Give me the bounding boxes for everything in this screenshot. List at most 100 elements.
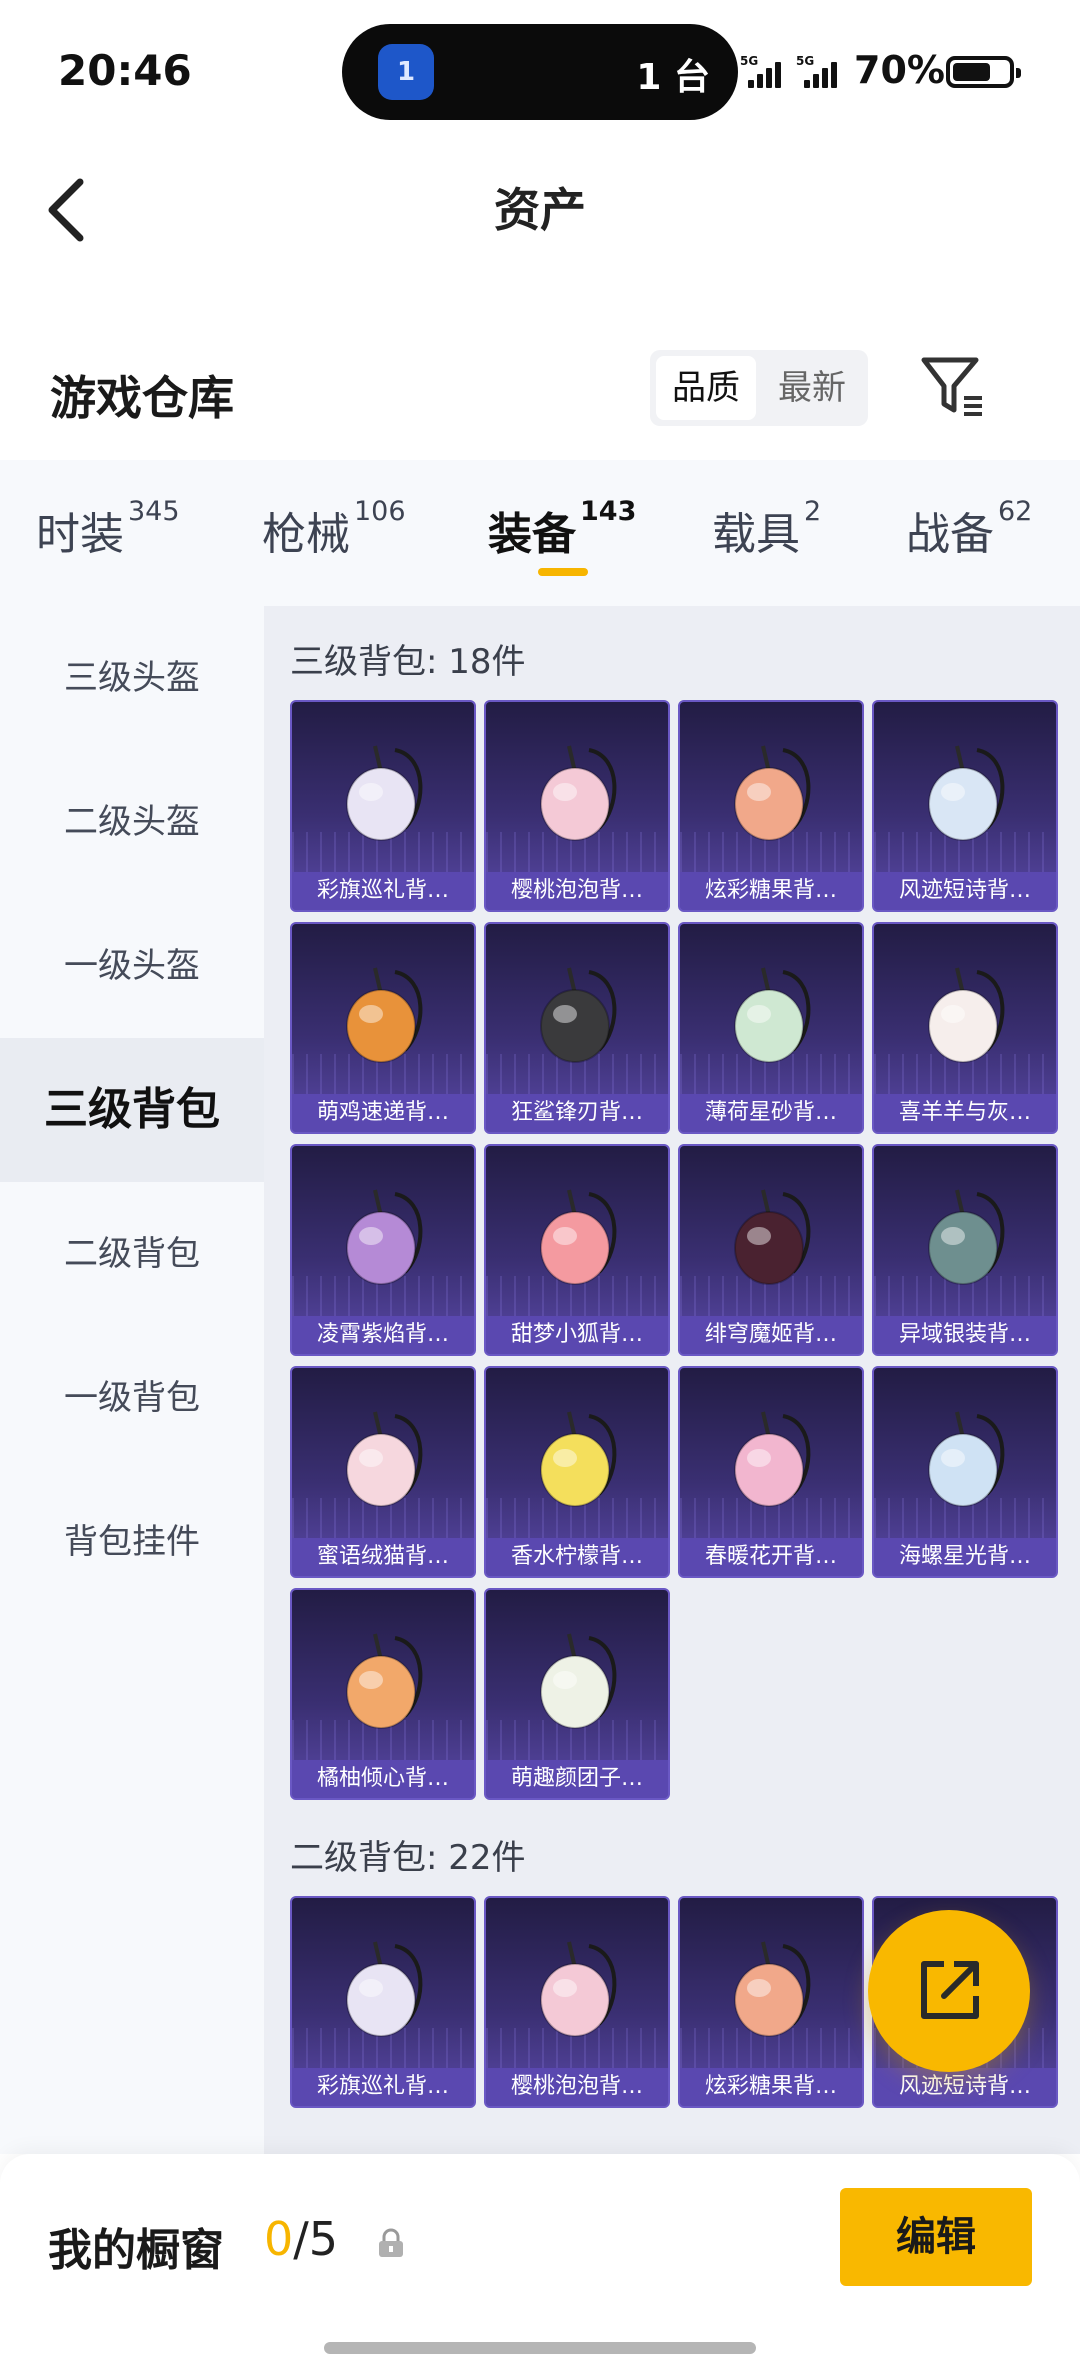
item-name: 凌霄紫焰背… (292, 1316, 474, 1354)
sidebar-item-helmet-lv1[interactable]: 一级头盔 (0, 894, 264, 1038)
item-card[interactable]: 萌鸡速递背… (290, 922, 476, 1134)
sidebar-item-backpack-lv3[interactable]: 三级背包 (0, 1038, 264, 1182)
item-card[interactable]: 异域银装背… (872, 1144, 1058, 1356)
warehouse-title: 游戏仓库 (50, 371, 234, 425)
item-name: 喜羊羊与灰… (874, 1094, 1056, 1132)
item-name: 蜜语绒猫背… (292, 1538, 474, 1576)
island-device-count: 1 台 (636, 57, 710, 98)
item-name: 狂鲨锋刃背… (486, 1094, 668, 1132)
tab-count: 345 (128, 496, 180, 527)
app-header: 资产 (0, 130, 1080, 280)
backpack-icon (346, 745, 423, 841)
tab-supplies[interactable]: 战备 62 (906, 496, 1033, 562)
tab-count: 62 (998, 496, 1033, 527)
section-title: 二级背包: 22件 (290, 1838, 526, 1878)
item-name: 绯穹魔姬背… (680, 1316, 862, 1354)
item-card[interactable]: 炫彩糖果背… (678, 700, 864, 912)
filter-icon (921, 357, 982, 416)
sidebar-item-helmet-lv3[interactable]: 三级头盔 (0, 606, 264, 750)
item-card[interactable]: 香水柠檬背… (484, 1366, 670, 1578)
filter-button[interactable] (918, 352, 988, 422)
backpack-icon (734, 1941, 811, 2037)
item-card[interactable]: 蜜语绒猫背… (290, 1366, 476, 1578)
tab-equipment[interactable]: 装备 143 (488, 496, 636, 562)
tab-count: 2 (804, 496, 822, 527)
item-name: 异域银装背… (874, 1316, 1056, 1354)
edit-button[interactable]: 编辑 (840, 2188, 1032, 2286)
item-card[interactable]: 彩旗巡礼背… (290, 1896, 476, 2108)
backpack-icon (734, 1189, 811, 1285)
backpack-icon (346, 1633, 423, 1729)
sidebar-item-backpack-lv2[interactable]: 二级背包 (0, 1182, 264, 1326)
item-card[interactable]: 风迹短诗背… (872, 700, 1058, 912)
item-card[interactable]: 绯穹魔姬背… (678, 1144, 864, 1356)
backpack-icon (928, 745, 1005, 841)
item-card[interactable]: 甜梦小狐背… (484, 1144, 670, 1356)
item-card[interactable]: 樱桃泡泡背… (484, 700, 670, 912)
item-card[interactable]: 炫彩糖果背… (678, 1896, 864, 2108)
radio-app-icon: 1 (378, 44, 434, 100)
sim2-network-type: 5G (796, 54, 815, 68)
home-indicator[interactable] (324, 2342, 756, 2354)
sidebar-item-backpack-lv1[interactable]: 一级背包 (0, 1326, 264, 1470)
backpack-icon (346, 1941, 423, 2037)
item-card[interactable]: 海螺星光背… (872, 1366, 1058, 1578)
item-card[interactable]: 彩旗巡礼背… (290, 700, 476, 912)
tab-weapons[interactable]: 枪械 106 (262, 496, 406, 562)
backpack-icon (928, 1411, 1005, 1507)
item-name: 香水柠檬背… (486, 1538, 668, 1576)
tab-vehicles[interactable]: 载具 2 (712, 496, 822, 562)
lock-icon (379, 2228, 403, 2257)
item-name: 樱桃泡泡背… (486, 872, 668, 910)
warehouse-header: 游戏仓库 品质 最新 (0, 330, 1080, 460)
share-external-icon (921, 1961, 979, 2019)
item-name: 萌趣颜团子… (486, 1760, 668, 1798)
item-card[interactable]: 凌霄紫焰背… (290, 1144, 476, 1356)
item-name: 春暖花开背… (680, 1538, 862, 1576)
island-badge: 1 (396, 57, 416, 87)
item-name: 橘柚倾心背… (292, 1760, 474, 1798)
item-name: 海螺星光背… (874, 1538, 1056, 1576)
item-card[interactable]: 喜羊羊与灰… (872, 922, 1058, 1134)
status-bar: 20:46 1 1 台 5G 5G 70% (0, 0, 1080, 130)
sort-latest-button[interactable]: 最新 (762, 356, 862, 420)
sidebar-item-backpack-charms[interactable]: 背包挂件 (0, 1470, 264, 1614)
share-button[interactable] (868, 1910, 1030, 2072)
sort-quality-button[interactable]: 品质 (656, 356, 756, 420)
item-card[interactable]: 薄荷星砂背… (678, 922, 864, 1134)
item-name: 甜梦小狐背… (486, 1316, 668, 1354)
status-time: 20:46 (58, 46, 192, 95)
item-name: 薄荷星砂背… (680, 1094, 862, 1132)
backpack-icon (540, 1633, 617, 1729)
tab-label: 枪械 (262, 509, 350, 560)
item-name: 风迹短诗背… (874, 2068, 1056, 2106)
active-tab-indicator (538, 568, 588, 576)
item-name: 风迹短诗背… (874, 872, 1056, 910)
backpack-icon (346, 967, 423, 1063)
backpack-icon (540, 1411, 617, 1507)
item-name: 彩旗巡礼背… (292, 872, 474, 910)
item-card[interactable]: 橘柚倾心背… (290, 1588, 476, 1800)
sim1-network-type: 5G (740, 54, 759, 68)
sort-toggle: 品质 最新 (650, 350, 868, 426)
item-card[interactable]: 春暖花开背… (678, 1366, 864, 1578)
sidebar-item-helmet-lv2[interactable]: 二级头盔 (0, 750, 264, 894)
item-name: 彩旗巡礼背… (292, 2068, 474, 2106)
signal-strength-icon: 5G (740, 54, 781, 88)
tab-fashion[interactable]: 时装 345 (36, 496, 180, 562)
showcase-label: 我的橱窗 (48, 2225, 224, 2276)
section-title: 三级背包: 18件 (290, 642, 526, 682)
dynamic-island[interactable]: 1 1 台 (342, 24, 738, 120)
showcase-total: /5 (293, 2212, 339, 2266)
tab-label: 时装 (36, 509, 124, 560)
item-card[interactable]: 萌趣颜团子… (484, 1588, 670, 1800)
battery-percentage: 70% (854, 48, 945, 92)
item-name: 炫彩糖果背… (680, 872, 862, 910)
showcase-used: 0 (264, 2212, 294, 2266)
item-card[interactable]: 狂鲨锋刃背… (484, 922, 670, 1134)
backpack-icon (540, 745, 617, 841)
backpack-icon (928, 1189, 1005, 1285)
backpack-icon (346, 1411, 423, 1507)
item-card[interactable]: 樱桃泡泡背… (484, 1896, 670, 2108)
subcategory-sidebar: 三级头盔 二级头盔 一级头盔 三级背包 二级背包 一级背包 背包挂件 (0, 606, 264, 2154)
